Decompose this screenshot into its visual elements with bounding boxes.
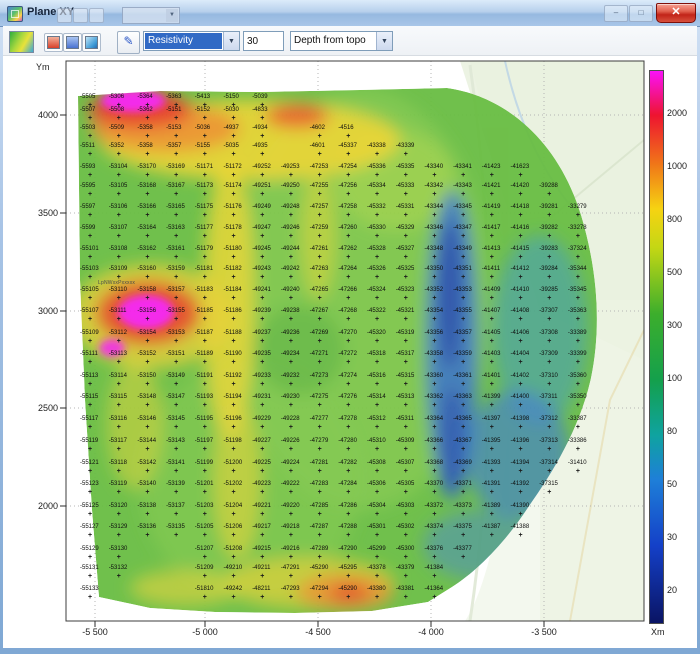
colorbar-tick-label: 1000 — [667, 161, 687, 171]
y-tick-label: 3500 — [24, 208, 58, 218]
colorbar-tick-label: 50 — [667, 479, 677, 489]
resistivity-map[interactable] — [0, 0, 700, 654]
x-tick-label: -4 000 — [408, 627, 454, 637]
y-tick-label: 3000 — [24, 306, 58, 316]
y-tick-label: 4000 — [24, 110, 58, 120]
x-axis-unit: Xm — [651, 627, 665, 637]
colorbar-tick-label: 800 — [667, 214, 682, 224]
x-tick-label: -5 000 — [182, 627, 228, 637]
map-annotation: LpNWxxPxxxxx — [98, 280, 135, 286]
colorbar — [649, 70, 664, 624]
colorbar-tick-label: 80 — [667, 426, 677, 436]
colorbar-tick-label: 20 — [667, 585, 677, 595]
y-tick-label: 2000 — [24, 501, 58, 511]
x-tick-label: -3 500 — [521, 627, 567, 637]
y-axis-unit: Ym — [36, 62, 50, 72]
colorbar-tick-label: 2000 — [667, 108, 687, 118]
plane-xy-window: Plane XY ▼ – □ ✕ ✎ Resistivity ▼ Depth f… — [0, 0, 700, 654]
colorbar-tick-label: 30 — [667, 532, 677, 542]
colorbar-tick-label: 500 — [667, 267, 682, 277]
colorbar-tick-label: 300 — [667, 320, 682, 330]
x-tick-label: -5 500 — [72, 627, 118, 637]
colorbar-tick-label: 100 — [667, 373, 682, 383]
x-tick-label: -4 500 — [295, 627, 341, 637]
y-tick-label: 2500 — [24, 403, 58, 413]
